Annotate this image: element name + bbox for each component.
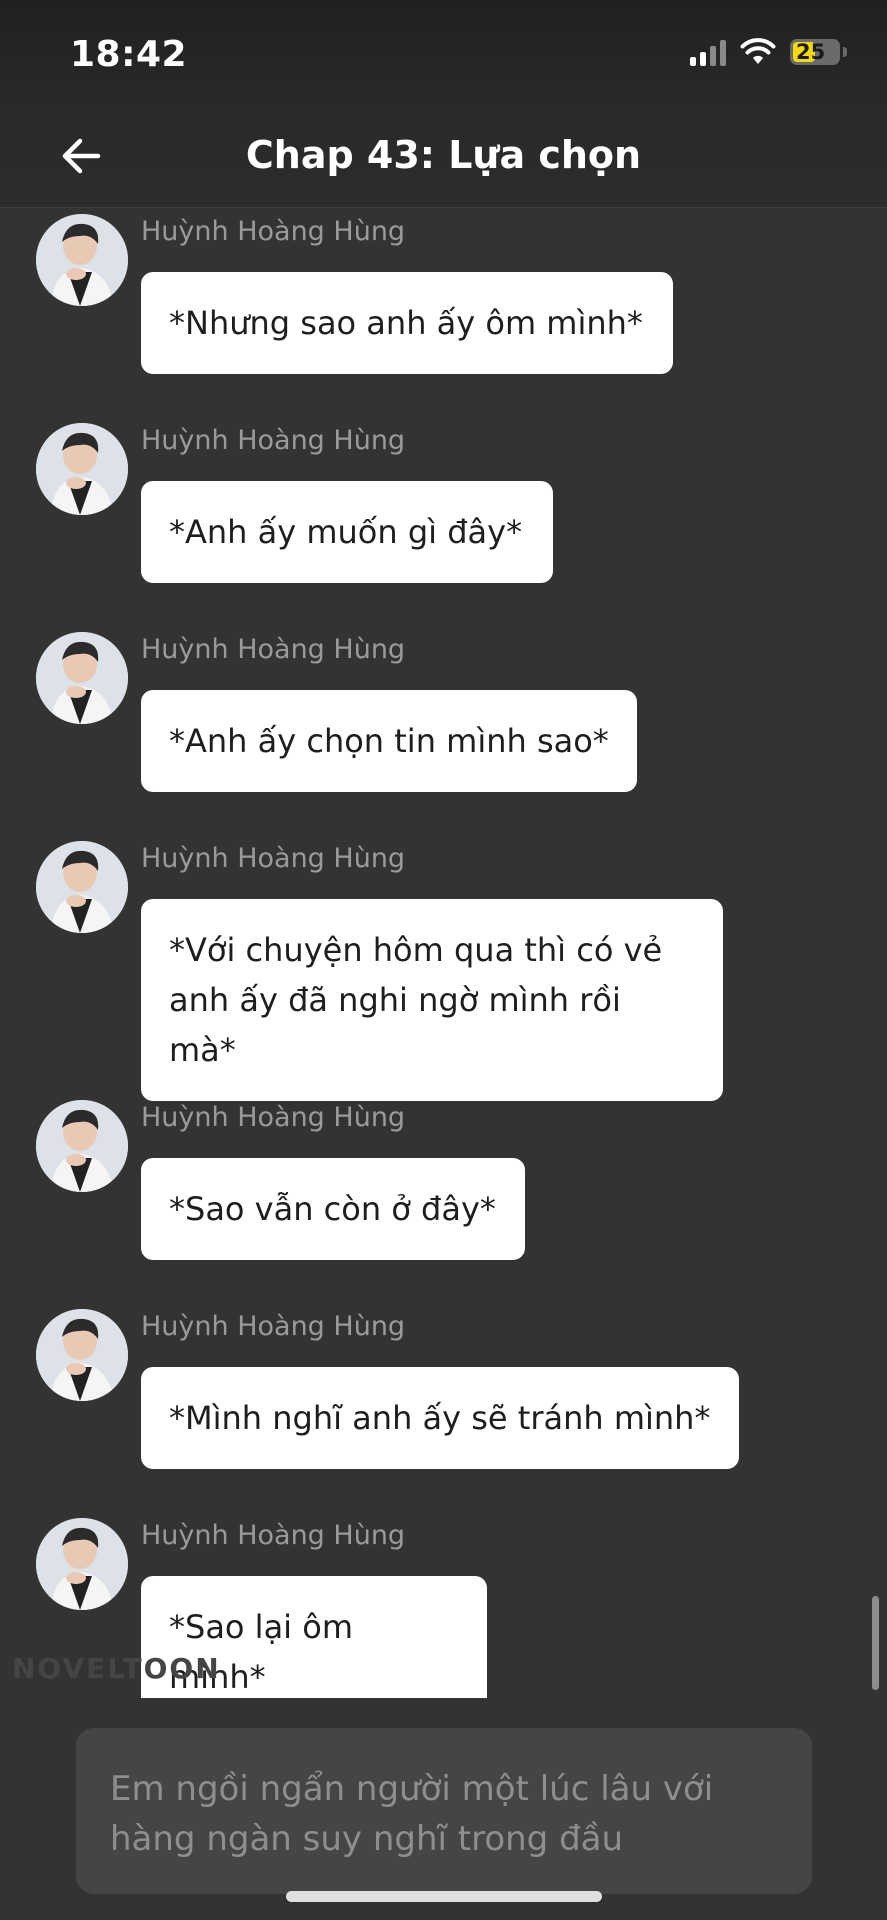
message-bubble: *Sao vẫn còn ở đây* <box>141 1158 525 1260</box>
battery-level: 25 <box>796 40 826 64</box>
battery-icon: 25 <box>790 39 840 65</box>
sender-name: Huỳnh Hoàng Hùng <box>141 1520 406 1551</box>
message-bubble: *Nhưng sao anh ấy ôm mình* <box>141 272 673 374</box>
sender-name: Huỳnh Hoàng Hùng <box>141 843 406 874</box>
sender-name: Huỳnh Hoàng Hùng <box>141 216 406 247</box>
avatar[interactable] <box>36 1100 128 1192</box>
wifi-icon <box>740 38 776 64</box>
message-list[interactable]: Huỳnh Hoàng Hùng *Nhưng sao anh ấy ôm mì… <box>0 208 887 1698</box>
home-indicator[interactable] <box>286 1891 602 1902</box>
sender-name: Huỳnh Hoàng Hùng <box>141 1102 406 1133</box>
message-bubble: *Với chuyện hôm qua thì có vẻ anh ấy đã … <box>141 899 723 1101</box>
watermark-logo: NOVELTOON <box>12 1652 221 1685</box>
avatar[interactable] <box>36 841 128 933</box>
sender-name: Huỳnh Hoàng Hùng <box>141 634 406 665</box>
chapter-title: Chap 43: Lựa chọn <box>245 133 642 177</box>
status-time: 18:42 <box>70 34 188 75</box>
chat-reader-screen: 18:42 25 Chap 43: Lựa chọn Huỳnh Hoàng H… <box>0 0 887 1920</box>
sender-name: Huỳnh Hoàng Hùng <box>141 1311 406 1342</box>
narration-box[interactable]: Em ngồi ngẩn người một lúc lâu với hàng … <box>76 1728 812 1894</box>
status-icons: 25 <box>690 38 847 66</box>
cellular-signal-icon <box>690 38 726 66</box>
avatar[interactable] <box>36 1518 128 1610</box>
avatar[interactable] <box>36 423 128 515</box>
avatar[interactable] <box>36 214 128 306</box>
avatar[interactable] <box>36 632 128 724</box>
message-bubble: *Mình nghĩ anh ấy sẽ tránh mình* <box>141 1367 739 1469</box>
avatar[interactable] <box>36 1309 128 1401</box>
message-bubble: *Anh ấy muốn gì đây* <box>141 481 553 583</box>
message-bubble: *Anh ấy chọn tin mình sao* <box>141 690 637 792</box>
top-bar: 18:42 25 Chap 43: Lựa chọn <box>0 0 887 208</box>
sender-name: Huỳnh Hoàng Hùng <box>141 425 406 456</box>
scrollbar[interactable] <box>872 1596 879 1690</box>
